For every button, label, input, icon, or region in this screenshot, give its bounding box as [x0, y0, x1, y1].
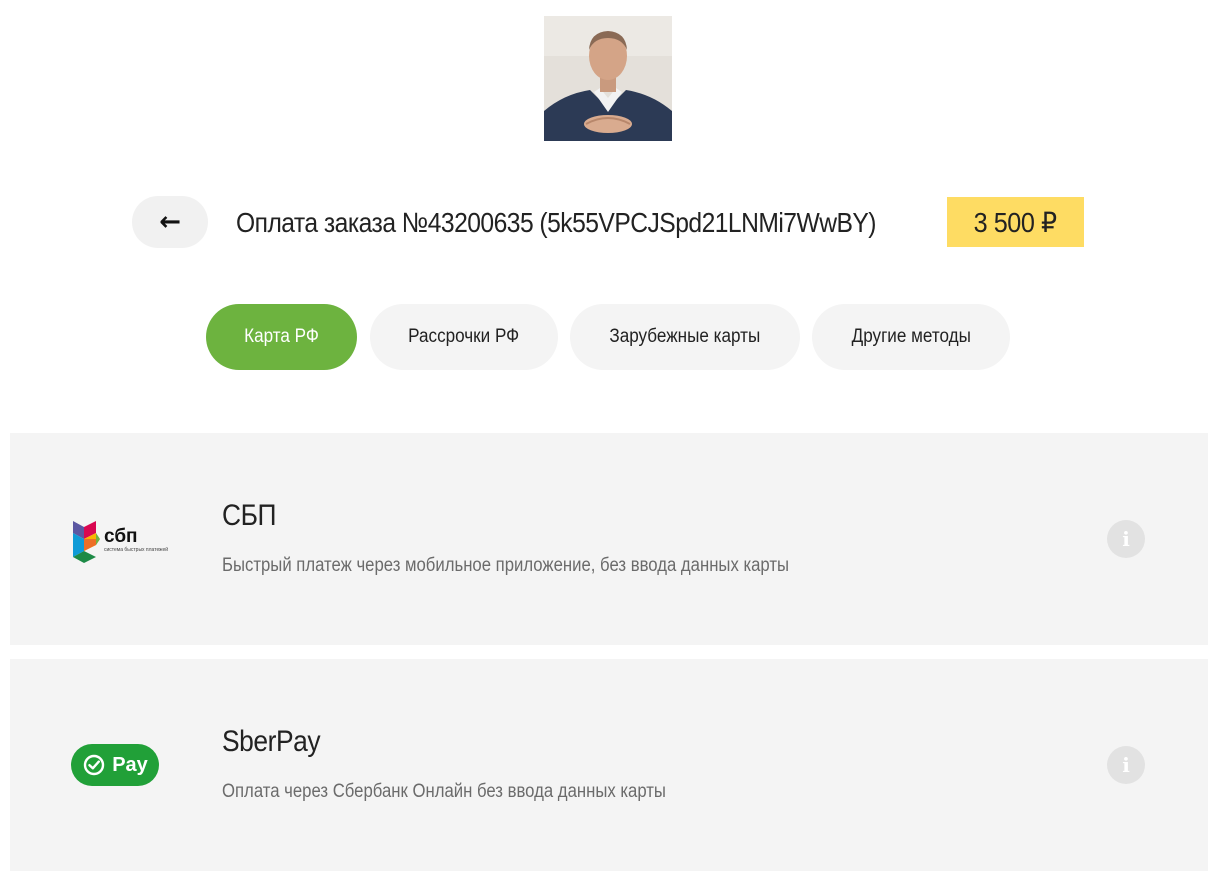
- back-arrow-icon: ←: [159, 207, 181, 237]
- price-amount: 3 500 ₽: [974, 206, 1057, 238]
- info-glyph: i: [1122, 753, 1130, 777]
- tab-other-methods[interactable]: Другие методы: [812, 304, 1010, 370]
- method-name: СБП: [222, 499, 277, 532]
- price-badge: 3 500 ₽: [947, 197, 1084, 247]
- method-description: Быстрый платеж через мобильное приложени…: [222, 555, 790, 576]
- method-description: Оплата через Сбербанк Онлайн без ввода д…: [222, 781, 666, 802]
- tab-label: Рассрочки РФ: [408, 326, 520, 347]
- sber-check-icon: [84, 754, 105, 776]
- back-button[interactable]: ←: [132, 196, 208, 248]
- payment-method-sberpay[interactable]: Pay SberPay Оплата через Сбербанк Онлайн…: [10, 659, 1208, 871]
- sberpay-logo: Pay: [71, 744, 159, 786]
- info-icon[interactable]: i: [1107, 520, 1145, 558]
- sbp-logo: сбп система быстрых платежей: [70, 509, 180, 569]
- tab-foreign-cards[interactable]: Зарубежные карты: [570, 304, 800, 370]
- sbp-logo-text: сбп: [104, 526, 138, 547]
- tab-installments[interactable]: Рассрочки РФ: [370, 304, 558, 370]
- sbp-logo-subtext: система быстрых платежей: [104, 546, 168, 553]
- order-title: Оплата заказа №43200635 (5k55VPCJSpd21LN…: [236, 207, 876, 238]
- sberpay-logo-text: Pay: [112, 753, 148, 776]
- info-icon[interactable]: i: [1107, 746, 1145, 784]
- info-glyph: i: [1122, 527, 1130, 551]
- payment-method-sbp[interactable]: сбп система быстрых платежей СБП Быстрый…: [10, 433, 1208, 645]
- tab-russian-card[interactable]: Карта РФ: [206, 304, 357, 370]
- method-name: SberPay: [222, 725, 321, 758]
- seller-avatar: [544, 16, 672, 141]
- tab-label: Другие методы: [851, 326, 971, 347]
- tab-label: Зарубежные карты: [609, 326, 761, 347]
- tab-label: Карта РФ: [244, 326, 319, 347]
